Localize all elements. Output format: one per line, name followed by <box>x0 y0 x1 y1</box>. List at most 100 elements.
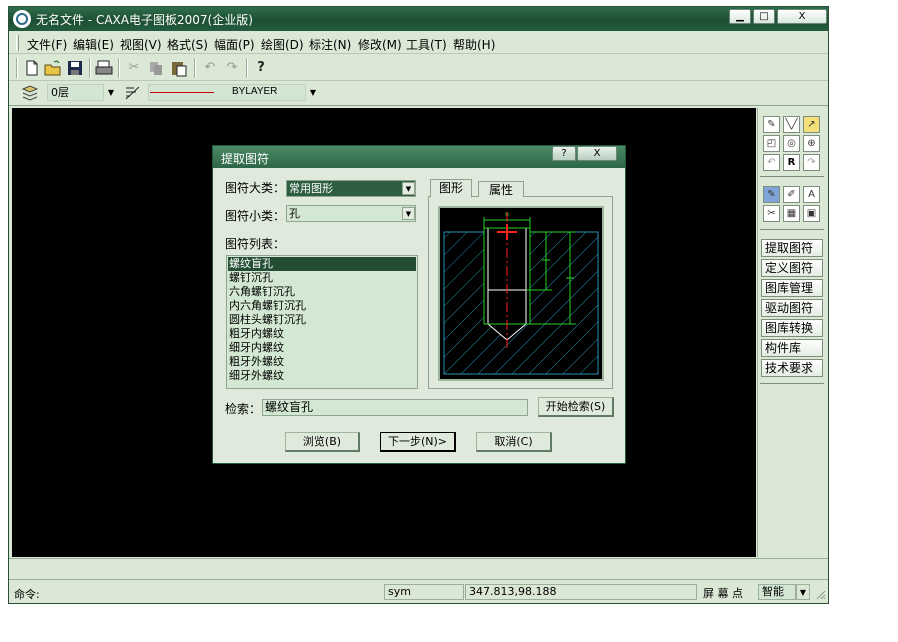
arrow-icon[interactable]: ↗ <box>803 116 820 133</box>
brush-icon[interactable]: ✎ <box>763 186 780 203</box>
list-item[interactable]: 内六角螺钉沉孔 <box>228 299 416 313</box>
chevron-down-icon[interactable]: ▼ <box>796 584 810 600</box>
start-search-button[interactable]: 开始检索(S) <box>538 397 614 417</box>
snap-mode-select[interactable]: 智能 <box>758 584 796 600</box>
library-manage-button[interactable]: 图库管理 <box>761 279 823 297</box>
circle-dimension-icon[interactable]: ◎ <box>783 135 800 152</box>
category-label: 图符大类： <box>225 181 286 195</box>
list-label: 图符列表： <box>225 237 286 251</box>
command-text: sym <box>384 584 464 600</box>
coordinate-readout: 347.813,98.188 <box>465 584 697 600</box>
component-library-button[interactable]: 构件库 <box>761 339 823 357</box>
window-title: 无名文件 - CAXA电子图板2007(企业版) <box>36 13 253 27</box>
close-button[interactable]: X <box>777 9 827 24</box>
pencil-icon[interactable]: ✎ <box>763 116 780 133</box>
browse-button[interactable]: 浏览(B) <box>285 432 360 452</box>
undo-icon[interactable]: ↶ <box>763 154 780 171</box>
panel-divider <box>760 176 824 177</box>
list-item[interactable]: 粗牙外螺纹 <box>228 355 416 369</box>
menu-dimension[interactable]: 标注(N) <box>309 36 351 53</box>
maximize-button[interactable]: □ <box>753 9 775 24</box>
dialog-title: 提取图符 <box>221 152 270 166</box>
help-icon[interactable]: ? <box>251 58 271 78</box>
scissors-icon[interactable]: ✂ <box>763 205 780 222</box>
menu-file[interactable]: 文件(F) <box>27 36 67 53</box>
search-input[interactable]: 螺纹盲孔 <box>262 399 528 416</box>
drive-symbol-button[interactable]: 驱动图符 <box>761 299 823 317</box>
linetype-icon[interactable] <box>123 83 143 103</box>
list-item[interactable]: 粗牙内螺纹 <box>228 327 416 341</box>
library-icon[interactable]: ▣ <box>803 205 820 222</box>
library-convert-button[interactable]: 图库转换 <box>761 319 823 337</box>
toolbar-grip[interactable] <box>16 58 18 78</box>
extract-symbol-button[interactable]: 提取图符 <box>761 239 823 257</box>
command-label: 命令: <box>14 588 40 601</box>
resize-grip-icon[interactable] <box>814 588 826 600</box>
layer-select[interactable]: 0层 <box>47 84 104 101</box>
block-icon[interactable]: ▦ <box>783 205 800 222</box>
menu-edit[interactable]: 编辑(E) <box>73 36 114 53</box>
toolbar-separator <box>118 58 120 78</box>
command-history-bar <box>9 558 828 580</box>
minimize-button[interactable]: ▁ <box>729 9 751 24</box>
dialog-help-button[interactable]: ? <box>552 146 576 161</box>
linetype-preview-line <box>150 92 214 93</box>
text-icon[interactable]: A <box>803 186 820 203</box>
undo-icon[interactable]: ↶ <box>200 58 220 78</box>
open-folder-icon[interactable] <box>43 58 63 78</box>
category-select[interactable]: 常用图形 <box>286 180 416 197</box>
chevron-down-icon[interactable]: ▼ <box>402 207 415 220</box>
search-label: 检索： <box>225 402 262 416</box>
subcategory-label: 图符小类： <box>225 209 286 223</box>
redraw-icon[interactable]: R <box>783 154 800 171</box>
cut-icon[interactable]: ✂ <box>124 58 144 78</box>
snap-label: 屏 幕 点 <box>703 587 743 600</box>
menu-view[interactable]: 视图(V) <box>120 36 162 53</box>
list-item[interactable]: 螺钉沉孔 <box>228 271 416 285</box>
tech-requirements-button[interactable]: 技术要求 <box>761 359 823 377</box>
list-item[interactable]: 圆柱头螺钉沉孔 <box>228 313 416 327</box>
menu-format[interactable]: 格式(S) <box>167 36 208 53</box>
redo-icon[interactable]: ↷ <box>803 154 820 171</box>
menu-sheet[interactable]: 幅面(P) <box>214 36 255 53</box>
toolbar-separator <box>194 58 196 78</box>
panel-divider <box>760 229 824 230</box>
cancel-button[interactable]: 取消(C) <box>476 432 552 452</box>
redo-icon[interactable]: ↷ <box>222 58 242 78</box>
dialog-close-button[interactable]: X <box>577 146 617 161</box>
list-item[interactable]: 细牙内螺纹 <box>228 341 416 355</box>
linetype-value: BYLAYER <box>232 86 278 97</box>
chevron-down-icon[interactable]: ▼ <box>402 182 415 195</box>
define-symbol-button[interactable]: 定义图符 <box>761 259 823 277</box>
caxa-logo-icon <box>13 10 31 28</box>
print-icon[interactable] <box>94 58 114 78</box>
threaded-blind-hole-drawing: n <box>443 211 599 375</box>
tab-properties[interactable]: 属性 <box>478 181 524 197</box>
toolbar-separator <box>246 58 248 78</box>
chevron-down-icon[interactable]: ▼ <box>104 84 118 101</box>
menu-draw[interactable]: 绘图(D) <box>261 36 304 53</box>
polyline-icon[interactable]: ╲╱ <box>783 116 800 133</box>
tab-graphic[interactable]: 图形 <box>430 179 472 198</box>
menu-tools[interactable]: 工具(T) <box>406 36 447 53</box>
menu-grip-icon[interactable] <box>16 35 19 51</box>
next-button[interactable]: 下一步(N)> <box>380 432 456 452</box>
zoom-icon[interactable]: ⊕ <box>803 135 820 152</box>
chevron-down-icon[interactable]: ▼ <box>306 84 320 101</box>
menu-modify[interactable]: 修改(M) <box>358 36 402 53</box>
layer-icon[interactable] <box>20 83 40 103</box>
new-file-icon[interactable] <box>22 58 42 78</box>
save-icon[interactable] <box>65 58 85 78</box>
hatch-icon[interactable]: ◰ <box>763 135 780 152</box>
paste-icon[interactable] <box>169 58 189 78</box>
list-item[interactable]: 螺纹盲孔 <box>228 257 416 271</box>
measure-icon[interactable]: ✐ <box>783 186 800 203</box>
menu-help[interactable]: 帮助(H) <box>453 36 495 53</box>
list-item[interactable]: 细牙外螺纹 <box>228 369 416 383</box>
panel-divider <box>760 383 824 384</box>
symbol-preview: n <box>438 206 604 381</box>
list-item[interactable]: 六角螺钉沉孔 <box>228 285 416 299</box>
subcategory-select[interactable]: 孔 <box>286 205 416 222</box>
copy-icon[interactable] <box>146 58 166 78</box>
toolbar-separator <box>89 58 91 78</box>
